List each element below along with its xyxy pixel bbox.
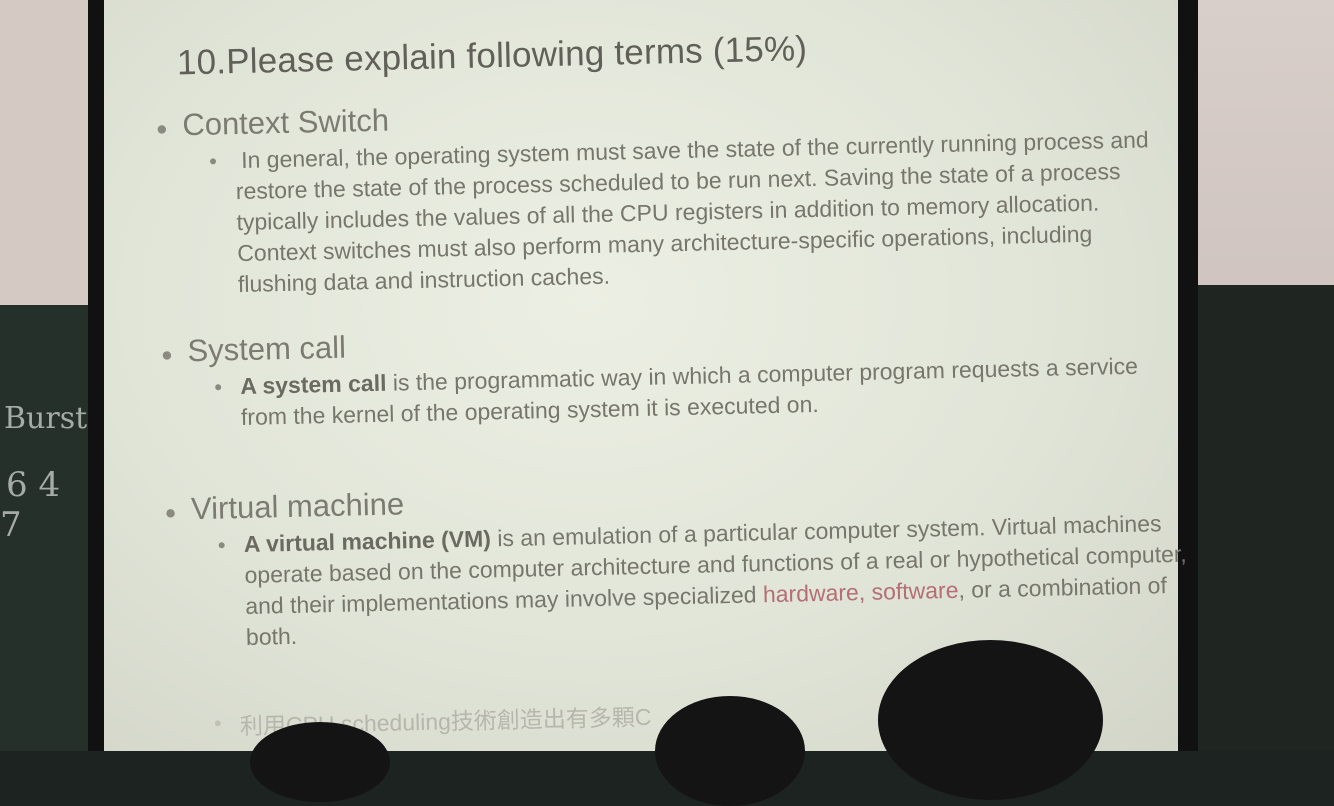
sub-bullet-icon: • xyxy=(214,374,223,400)
bullet-icon: • xyxy=(156,111,168,147)
section-heading-context-switch: Context Switch xyxy=(181,102,390,143)
bullet-icon: • xyxy=(164,495,177,531)
sub-bullet-icon: • xyxy=(217,532,226,558)
audience-head xyxy=(250,722,390,802)
context-switch-definition: In general, the operating system must sa… xyxy=(235,126,1149,298)
virtual-machine-text: is an emulation of a particular computer… xyxy=(244,510,1187,619)
background-wall-left xyxy=(0,0,90,310)
virtual-machine-definition: A virtual machine (VM) is an emulation o… xyxy=(244,508,1192,653)
sub-bullet-icon: • xyxy=(213,710,222,736)
audience-head xyxy=(878,640,1103,800)
chalkboard-right xyxy=(1190,285,1334,751)
chalkboard-digits-2: 7 xyxy=(0,505,22,545)
virtual-machine-highlight: hardware, software xyxy=(762,576,959,608)
chalkboard-scribble: Burst xyxy=(4,401,88,436)
chalkboard-digits: 6 4 xyxy=(6,465,61,505)
section-heading-virtual-machine: Virtual machine xyxy=(190,486,405,527)
sub-bullet-icon: • xyxy=(208,148,218,174)
virtual-machine-bold-term: A virtual machine (VM) xyxy=(243,525,492,558)
audience-head xyxy=(655,696,805,806)
bullet-icon: • xyxy=(161,337,173,373)
chalkboard-left: Burst 6 4 7 xyxy=(0,305,95,751)
section-heading-system-call: System call xyxy=(187,329,347,369)
system-call-bold-term: A system call xyxy=(239,369,387,400)
